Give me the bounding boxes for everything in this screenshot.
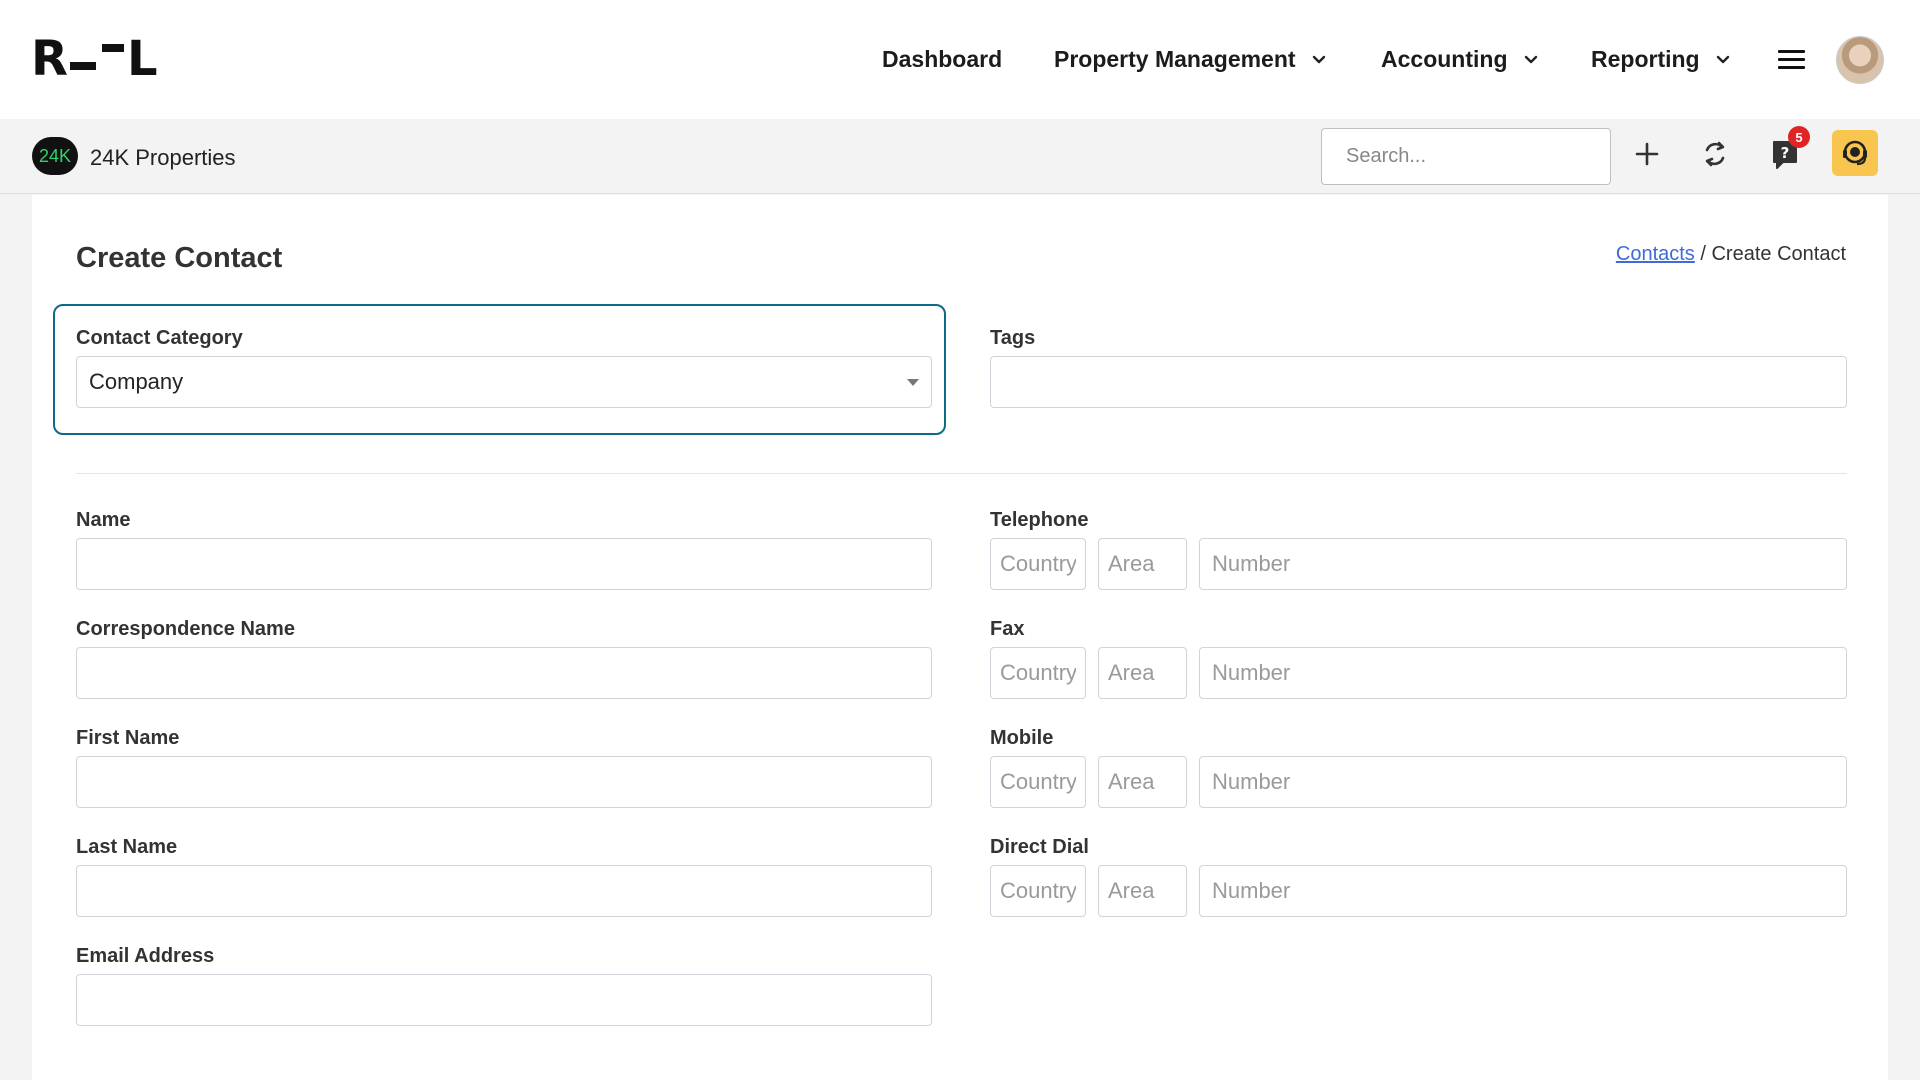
nav-accounting[interactable]: Accounting <box>1381 46 1538 73</box>
hamburger-menu-icon[interactable] <box>1778 50 1805 70</box>
nav-reporting[interactable]: Reporting <box>1591 46 1730 73</box>
contact-category-label: Contact Category <box>76 327 243 349</box>
nav-dashboard-label: Dashboard <box>882 46 1003 72</box>
breadcrumb-contacts-link[interactable]: Contacts <box>1616 243 1695 265</box>
first-name-label: First Name <box>76 727 180 749</box>
nav-property-management-label: Property Management <box>1054 46 1296 72</box>
breadcrumb: Contacts / Create Contact <box>1616 243 1846 266</box>
fax-country-input[interactable] <box>990 647 1086 699</box>
contact-category-value: Company <box>89 369 184 394</box>
name-input[interactable] <box>76 538 932 590</box>
breadcrumb-current: Create Contact <box>1711 243 1846 265</box>
email-address-input[interactable] <box>76 974 932 1026</box>
add-button[interactable] <box>1627 134 1667 174</box>
first-name-input[interactable] <box>76 756 932 808</box>
dropdown-caret-icon <box>907 379 919 386</box>
headset-icon <box>1843 140 1867 166</box>
telephone-country-input[interactable] <box>990 538 1086 590</box>
page-title: Create Contact <box>76 242 283 274</box>
telephone-number-input[interactable] <box>1199 538 1847 590</box>
fax-area-input[interactable] <box>1098 647 1187 699</box>
user-avatar[interactable] <box>1836 36 1884 84</box>
contact-category-select[interactable]: Company <box>76 356 932 408</box>
chevron-down-icon <box>1524 55 1537 63</box>
direct-dial-label: Direct Dial <box>990 836 1089 858</box>
org-name[interactable]: 24K Properties <box>90 145 236 171</box>
nav-reporting-label: Reporting <box>1591 46 1700 72</box>
svg-text:?: ? <box>1781 144 1790 162</box>
plus-icon <box>1635 142 1659 166</box>
telephone-label: Telephone <box>990 509 1089 531</box>
last-name-input[interactable] <box>76 865 932 917</box>
direct-dial-area-input[interactable] <box>1098 865 1187 917</box>
mobile-area-input[interactable] <box>1098 756 1187 808</box>
name-label: Name <box>76 509 131 531</box>
search-input[interactable] <box>1321 128 1611 185</box>
tags-label: Tags <box>990 327 1036 349</box>
top-navbar: RL Dashboard Property Management Account… <box>0 0 1920 119</box>
last-name-label: Last Name <box>76 836 178 858</box>
mobile-country-input[interactable] <box>990 756 1086 808</box>
notification-count-badge: 5 <box>1788 126 1810 148</box>
org-badge[interactable]: 24K <box>32 137 78 175</box>
mobile-label: Mobile <box>990 727 1054 749</box>
refresh-icon <box>1705 141 1725 167</box>
correspondence-name-input[interactable] <box>76 647 932 699</box>
direct-dial-country-input[interactable] <box>990 865 1086 917</box>
telephone-area-input[interactable] <box>1098 538 1187 590</box>
form-divider <box>76 473 1847 474</box>
nav-dashboard[interactable]: Dashboard <box>882 46 1002 73</box>
tags-input[interactable] <box>990 356 1847 408</box>
chevron-down-icon <box>1716 55 1729 63</box>
support-button[interactable] <box>1832 130 1878 176</box>
chevron-down-icon <box>1312 55 1325 63</box>
direct-dial-number-input[interactable] <box>1199 865 1847 917</box>
fax-label: Fax <box>990 618 1025 640</box>
fax-number-input[interactable] <box>1199 647 1847 699</box>
refresh-button[interactable] <box>1695 134 1735 174</box>
nav-property-management[interactable]: Property Management <box>1054 46 1326 73</box>
mobile-number-input[interactable] <box>1199 756 1847 808</box>
correspondence-name-label: Correspondence Name <box>76 618 295 640</box>
nav-accounting-label: Accounting <box>1381 46 1508 72</box>
app-logo[interactable]: RL <box>31 31 158 87</box>
breadcrumb-separator: / <box>1694 243 1712 265</box>
email-address-label: Email Address <box>76 945 215 967</box>
